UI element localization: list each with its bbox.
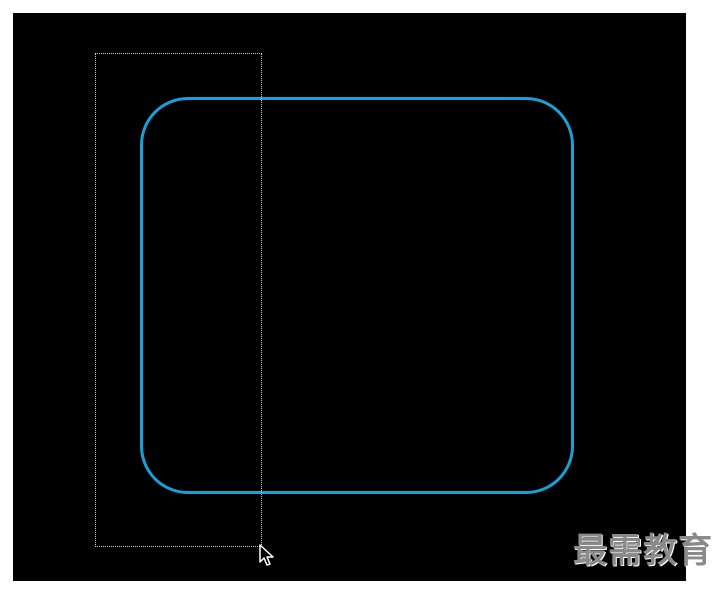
- selection-marquee: [95, 53, 262, 547]
- app-frame: 最需教育: [0, 0, 719, 590]
- drawing-canvas[interactable]: [13, 13, 686, 581]
- arrow-pointer-icon: [259, 544, 275, 568]
- watermark-text: 最需教育: [573, 531, 713, 571]
